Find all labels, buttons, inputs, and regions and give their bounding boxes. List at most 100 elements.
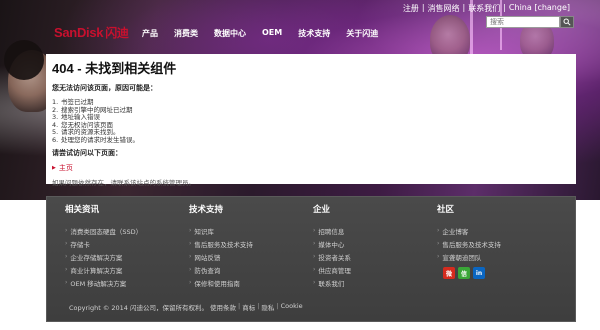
utility-bar: 注册 | 消售网络 | 联系我们 | China [change] [403, 3, 570, 14]
page-title: 404 - 未找到相关组件 [52, 61, 177, 76]
footer-link-label: 消费类固态硬盘（SSD） [70, 227, 143, 236]
terms-link[interactable]: 使用条款 [210, 302, 236, 312]
copyright-separator: | [238, 302, 241, 310]
triangle-right-icon: ▶ [52, 165, 56, 171]
chevron-right-icon: › [313, 240, 316, 247]
copyright-bar: Copyright © 2014 闪迪公司，保留所有权利。 使用条款 | 商标 … [69, 302, 303, 312]
error-panel: 404 - 未找到相关组件 您无法访问该页面，原因可能是： 1. 书签已过期 2.… [46, 54, 576, 187]
footer-link[interactable]: › 售后服务及技术支持 [437, 237, 501, 250]
error-reason-heading: 您无法访问该页面，原因可能是： [52, 84, 157, 92]
footer-link[interactable]: › 宣聋朝迪团队 [437, 250, 501, 263]
hero-hair-left [4, 40, 44, 80]
footer-link-label: 网站反馈 [194, 253, 221, 262]
footer-link-list: › 招聘信息 › 媒体中心 › 投资者关系 › 供应商管理 › 联系我们 [313, 224, 351, 289]
footer-column-heading: 社区 [437, 205, 455, 215]
chevron-right-icon: › [65, 279, 68, 286]
footer-link-list: › 消费类固态硬盘（SSD） › 存储卡 › 企业存储解决方案 › 商业计算解决方案 ›… [65, 224, 142, 289]
logo-brand: SanDisk [54, 25, 104, 40]
chevron-right-icon: › [313, 253, 316, 260]
footer-link[interactable]: › 供应商管理 [313, 263, 351, 276]
footer-link-label: 招聘信息 [318, 227, 345, 236]
footer-column-support: 技术支持 › 知识库 › 售后服务及技术支持 › 网站反馈 › 防伪查询 › 保修和使用指… [189, 203, 253, 289]
chevron-right-icon: › [65, 227, 68, 234]
footer-link-label: 投资者关系 [318, 253, 351, 262]
utility-link-register[interactable]: 注册 [403, 3, 419, 14]
utility-link-sales-network[interactable]: 消售网络 [428, 3, 460, 14]
footer-link-label: 防伪查询 [194, 266, 221, 275]
admin-note: 如果问题依然存在，请联系该站点的系统管理员。 [52, 179, 195, 187]
list-item: 4. 您无权访问该页面 [52, 121, 570, 130]
footer-link-label: 媒体中心 [318, 240, 345, 249]
utility-separator: | [462, 3, 466, 12]
footer-link-label: 售后服务及技术支持 [442, 240, 501, 249]
footer-link-label: 售后服务及技术支持 [194, 240, 253, 249]
weibo-icon[interactable]: 微 [443, 267, 455, 279]
footer-link[interactable]: › 企业存储解决方案 [65, 250, 142, 263]
footer-link-label: 供应商管理 [318, 266, 351, 275]
footer-link[interactable]: › 知识库 [189, 224, 253, 237]
utility-separator: | [421, 3, 425, 12]
nav-item-support[interactable]: 技术支持 [298, 28, 330, 39]
chevron-right-icon: › [65, 253, 68, 260]
utility-link-region[interactable]: China [change] [509, 3, 570, 14]
chevron-right-icon: › [313, 227, 316, 234]
logo-cn: 闪迪 [105, 26, 129, 40]
search-input[interactable] [486, 16, 560, 28]
list-item-text: 处理您的请求时发生错误。 [61, 135, 139, 144]
utility-link-contact[interactable]: 联系我们 [468, 3, 500, 14]
footer-column-community: 社区 › 企业博客 › 售后服务及技术支持 › 宣聋朝迪团队 [437, 203, 501, 263]
search-box [486, 16, 574, 28]
search-button[interactable] [560, 16, 574, 28]
nav-item-consumer[interactable]: 消费类 [174, 28, 198, 39]
footer-link[interactable]: › 媒体中心 [313, 237, 351, 250]
footer-link-label: 保修和使用指南 [194, 279, 240, 288]
footer-link[interactable]: › 联系我们 [313, 276, 351, 289]
list-item-number: 6. [52, 135, 59, 144]
chevron-right-icon: › [189, 253, 192, 260]
footer-link-label: 联系我们 [318, 279, 345, 288]
copyright-separator: | [257, 302, 260, 310]
footer-link[interactable]: › OEM 移动解决方案 [65, 276, 142, 289]
cookie-link[interactable]: Cookie [281, 302, 303, 312]
footer-link[interactable]: › 招聘信息 [313, 224, 351, 237]
footer-link-label: 企业博客 [442, 227, 469, 236]
footer-column-company: 企业 › 招聘信息 › 媒体中心 › 投资者关系 › 供应商管理 › 联系我们 [313, 203, 351, 289]
home-link[interactable]: ▶ 主页 [52, 163, 570, 173]
sandisk-logo[interactable]: SanDisk 闪迪 [54, 24, 129, 41]
chevron-right-icon: › [189, 240, 192, 247]
utility-separator: | [503, 3, 506, 12]
footer-link[interactable]: › 售后服务及技术支持 [189, 237, 253, 250]
chevron-right-icon: › [189, 266, 192, 273]
wechat-icon[interactable]: 信 [458, 267, 470, 279]
nav-item-products[interactable]: 产品 [142, 28, 158, 39]
chevron-right-icon: › [189, 227, 192, 234]
footer-link[interactable]: › 保修和使用指南 [189, 276, 253, 289]
social-links: 微 信 in [443, 267, 485, 279]
list-item: 2. 搜索引擎中的网址已过期 [52, 106, 570, 115]
footer-link[interactable]: › 网站反馈 [189, 250, 253, 263]
footer-link-label: 存储卡 [70, 240, 90, 249]
footer-link[interactable]: › 消费类固态硬盘（SSD） [65, 224, 142, 237]
footer-link[interactable]: › 企业博客 [437, 224, 501, 237]
privacy-link[interactable]: 隐私 [261, 302, 274, 312]
footer-link[interactable]: › 防伪查询 [189, 263, 253, 276]
nav-item-datacenter[interactable]: 数据中心 [214, 28, 246, 39]
footer-column-heading: 技术支持 [189, 205, 224, 215]
nav-item-oem[interactable]: OEM [262, 28, 282, 39]
main-nav: 产品 消费类 数据中心 OEM 技术支持 关于闪迪 [142, 28, 378, 39]
footer-link-label: 宣聋朝迪团队 [442, 253, 482, 262]
footer-link-list: › 知识库 › 售后服务及技术支持 › 网站反馈 › 防伪查询 › 保修和使用指南 [189, 224, 253, 289]
footer-link[interactable]: › 存储卡 [65, 237, 142, 250]
copyright-text: Copyright © 2014 闪迪公司，保留所有权利。 [69, 304, 209, 312]
copyright-separator: | [276, 302, 279, 310]
footer-link[interactable]: › 投资者关系 [313, 250, 351, 263]
nav-item-about[interactable]: 关于闪迪 [346, 28, 378, 39]
list-item: 6. 处理您的请求时发生错误。 [52, 135, 570, 145]
footer-link[interactable]: › 商业计算解决方案 [65, 263, 142, 276]
linkedin-icon[interactable]: in [473, 267, 485, 279]
site-footer: 相关资讯 › 消费类固态硬盘（SSD） › 存储卡 › 企业存储解决方案 › 商业计算解… [46, 196, 576, 322]
chevron-right-icon: › [313, 279, 316, 286]
chevron-right-icon: › [65, 240, 68, 247]
footer-column-heading: 相关资讯 [65, 205, 100, 215]
trademark-link[interactable]: 商标 [242, 302, 255, 312]
